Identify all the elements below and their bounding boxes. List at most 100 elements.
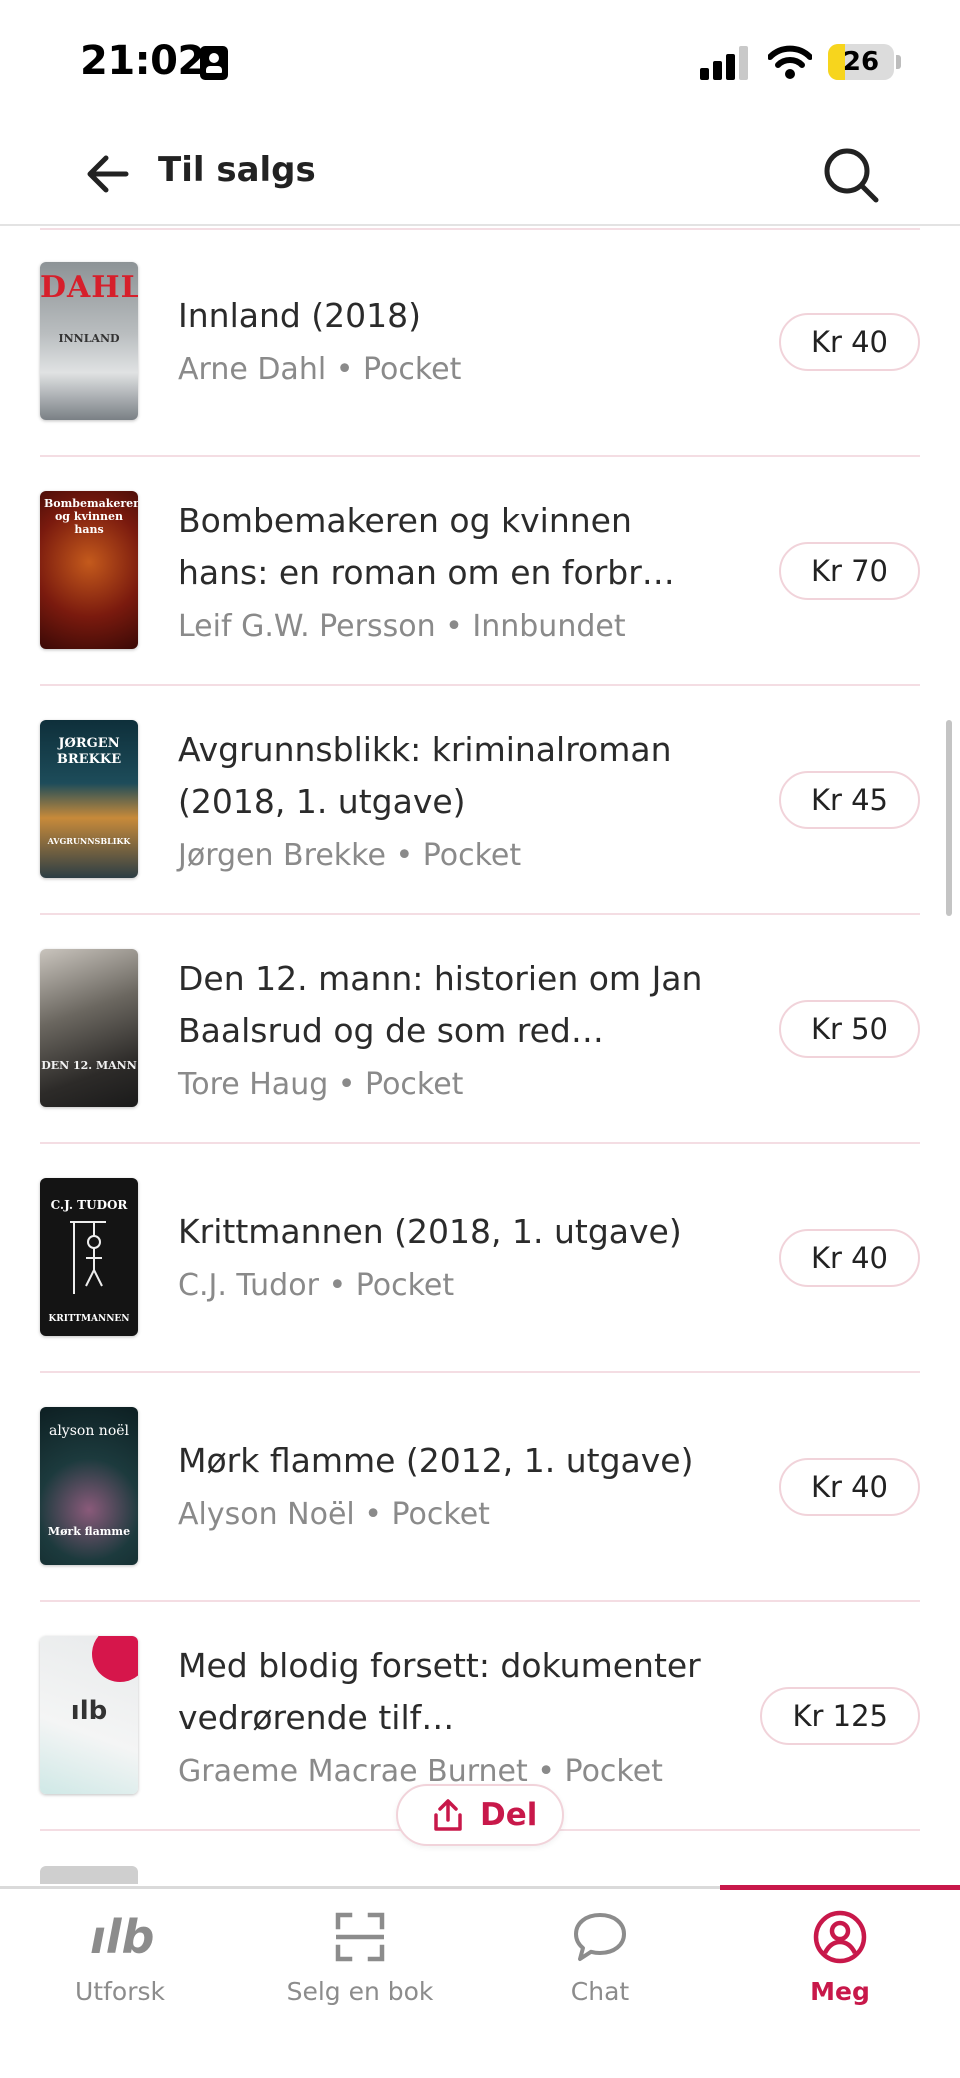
book-cover: DAHL INNLAND [40,262,138,420]
book-info: Innland (2018) Arne Dahl • Pocket [178,290,723,394]
book-author: Alyson Noël [178,1497,355,1532]
meta-separator: • [335,352,354,387]
status-bar: 21:02 26 [0,0,960,120]
book-info: Avgrunnsblikk: kriminalroman (2018, 1. u… [178,724,723,880]
share-icon [434,1799,462,1831]
book-cover: alyson noël Mørk flamme [40,1407,138,1565]
book-info: Med blodig forsett: dokumenter vedrørend… [178,1640,723,1796]
book-title: Bombemakeren og kvinnen hans: en roman o… [178,501,675,592]
meta-separator: • [364,1497,382,1532]
book-list-item[interactable]: JØRGEN BREKKE AVGRUNNSBLIKK Avgrunnsblik… [0,686,960,915]
meta-separator: • [445,609,463,644]
book-cover: ılb [40,1636,138,1794]
book-title: Med blodig forsett: dokumenter vedrørend… [178,1646,701,1737]
price-badge[interactable]: Kr 125 [760,1687,920,1745]
page-title: Til salgs [158,150,316,190]
cover-title: DAHL [40,270,138,305]
cover-accent [92,1636,138,1682]
book-author: Leif G.W. Persson [178,609,436,644]
cover-title: JØRGEN BREKKE [56,736,122,767]
cover-title: alyson noël [48,1423,130,1439]
book-list-item[interactable]: C.J. TUDOR KRITTMANNEN Krittmannen (2018… [0,1144,960,1373]
bottom-tab-bar: ılb Utforsk Selg en bok Chat Meg [0,1885,960,2078]
book-title: Krittmannen (2018, 1. utgave) [178,1212,682,1251]
cover-title: Bombemakeren og kvinnen hans [44,497,138,536]
cover-title: C.J. TUDOR [50,1198,128,1212]
profile-icon [813,1910,867,1964]
tab-label: Chat [570,1977,630,2006]
scan-icon [335,1912,385,1962]
app-header: Til salgs [0,120,960,226]
book-format: Pocket [365,1067,464,1102]
cover-subtitle: KRITTMANNEN [48,1314,130,1324]
meta-separator: • [395,838,414,873]
book-meta: Alyson Noël • Pocket [178,1491,723,1539]
book-format: Pocket [564,1754,663,1789]
book-meta: Jørgen Brekke • Pocket [178,832,723,880]
id-card-icon [200,46,228,80]
book-cover: JØRGEN BREKKE AVGRUNNSBLIKK [40,720,138,878]
price-badge[interactable]: Kr 50 [778,1000,920,1058]
book-info: Mørk flamme (2012, 1. utgave) Alyson Noë… [178,1435,723,1539]
status-time: 21:02 [80,38,205,84]
book-cover: C.J. TUDOR KRITTMANNEN [40,1178,138,1336]
book-list-item[interactable]: DEN 12. MANN Den 12. mann: historien om … [0,915,960,1144]
book-meta: Leif G.W. Persson • Innbundet [178,603,723,651]
book-cover: DEN 12. MANN [40,949,138,1107]
book-title: Innland (2018) [178,296,422,335]
book-title: Den 12. mann: historien om Jan Baalsrud … [178,959,703,1050]
book-format: Pocket [355,1268,455,1303]
tab-utforsk[interactable]: ılb Utforsk [0,1889,240,2029]
book-format: Pocket [422,838,522,873]
book-list-item[interactable]: alyson noël Mørk flamme Mørk flamme (201… [0,1373,960,1602]
logo-icon: ılb [90,1910,155,1964]
meta-separator: • [537,1754,555,1789]
cover-title: DEN 12. MANN [41,1059,137,1072]
price-badge[interactable]: Kr 45 [778,771,920,829]
chat-bubble-icon [574,1913,626,1961]
back-arrow-icon[interactable] [80,146,136,202]
book-author: C.J. Tudor [178,1268,319,1303]
price-badge[interactable]: Kr 40 [778,1458,920,1516]
book-list-item[interactable]: Bombemakeren og kvinnen hans Bombemakere… [0,457,960,686]
book-title: Avgrunnsblikk: kriminalroman (2018, 1. u… [178,730,672,821]
battery-percentage: 26 [842,47,880,77]
book-cover-partial [40,1866,138,1884]
price-badge[interactable]: Kr 40 [778,313,920,371]
book-meta: Arne Dahl • Pocket [178,346,723,394]
share-button[interactable]: Del [396,1784,564,1846]
book-info: Bombemakeren og kvinnen hans: en roman o… [178,495,723,651]
tab-label: Selg en bok [286,1977,434,2006]
cellular-signal-icon [700,46,750,80]
chalk-figure-icon [70,1221,106,1294]
book-cover: Bombemakeren og kvinnen hans [40,491,138,649]
book-title: Mørk flamme (2012, 1. utgave) [178,1441,694,1480]
battery-icon: 26 [828,44,894,80]
placeholder-logo: ılb [70,1696,108,1726]
meta-separator: • [337,1067,356,1102]
battery-tip [896,55,901,69]
cover-subtitle: INNLAND [58,332,120,345]
book-author: Jørgen Brekke [178,838,386,873]
book-format: Pocket [391,1497,490,1532]
cover-subtitle: Mørk flamme [47,1525,131,1538]
share-label: Del [480,1797,538,1833]
cover-subtitle: AVGRUNNSBLIKK [47,836,131,846]
tab-selg-en-bok[interactable]: Selg en bok [240,1889,480,2029]
tab-label: Meg [810,1977,870,2006]
book-author: Tore Haug [178,1067,329,1102]
scrollbar[interactable] [946,720,952,916]
tab-meg[interactable]: Meg [720,1889,960,2029]
tab-chat[interactable]: Chat [480,1889,720,2029]
price-badge[interactable]: Kr 70 [778,542,920,600]
book-format: Innbundet [472,609,626,644]
book-list-item[interactable]: DAHL INNLAND Innland (2018) Arne Dahl • … [0,228,960,457]
price-badge[interactable]: Kr 40 [778,1229,920,1287]
book-info: Krittmannen (2018, 1. utgave) C.J. Tudor… [178,1206,723,1310]
tab-label: Utforsk [75,1977,165,2006]
wifi-icon [768,45,812,79]
book-format: Pocket [362,352,462,387]
book-author: Arne Dahl [178,352,327,387]
search-icon[interactable] [820,144,882,206]
book-info: Den 12. mann: historien om Jan Baalsrud … [178,953,723,1109]
